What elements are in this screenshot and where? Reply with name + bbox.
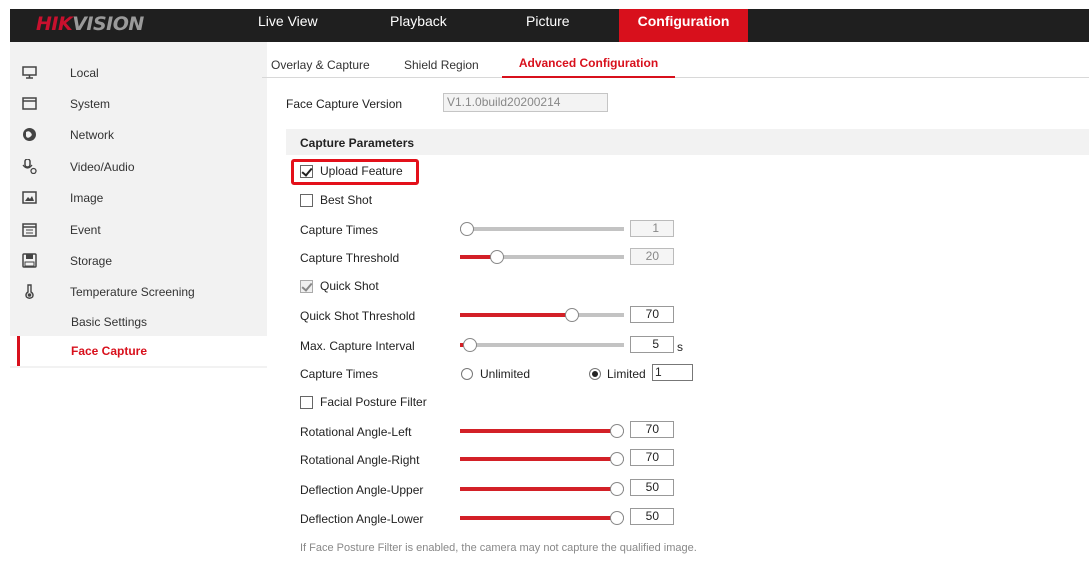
tab-configuration[interactable]: Configuration bbox=[619, 9, 748, 42]
sidebar-item-local[interactable]: Local bbox=[10, 58, 267, 89]
max-capture-interval-value[interactable]: 5 bbox=[630, 336, 674, 353]
sidebar-item-network[interactable]: Network bbox=[10, 120, 267, 151]
top-navigation-bar: HIKVISION Live View Playback Picture Con… bbox=[10, 9, 1089, 42]
sidebar-item-label: Network bbox=[70, 128, 115, 142]
subtab-advanced-configuration[interactable]: Advanced Configuration bbox=[502, 48, 675, 78]
max-capture-interval-label: Max. Capture Interval bbox=[300, 339, 415, 353]
sidebar-subitem-label: Basic Settings bbox=[71, 315, 148, 329]
sidebar-subitem-basic-settings[interactable]: Basic Settings bbox=[10, 307, 267, 337]
sidebar-item-label: Event bbox=[70, 223, 101, 237]
unlimited-radio[interactable] bbox=[461, 368, 473, 380]
active-indicator bbox=[17, 336, 20, 366]
version-field: V1.1.0build20200214 bbox=[443, 93, 608, 112]
sidebar-item-label: Image bbox=[70, 191, 104, 205]
posture-filter-note: If Face Posture Filter is enabled, the c… bbox=[300, 542, 697, 554]
sidebar-subitem-face-capture[interactable]: Face Capture bbox=[10, 336, 267, 366]
best-shot-checkbox[interactable] bbox=[300, 194, 313, 207]
interval-unit: s bbox=[677, 340, 683, 354]
capture-threshold-slider[interactable] bbox=[460, 250, 624, 264]
sidebar-item-label: Storage bbox=[70, 254, 113, 268]
facial-posture-filter-label: Facial Posture Filter bbox=[320, 395, 427, 409]
hikvision-logo: HIKVISION bbox=[36, 13, 144, 35]
section-title: Capture Parameters bbox=[300, 136, 415, 150]
quick-shot-label: Quick Shot bbox=[320, 279, 379, 293]
video-audio-icon bbox=[22, 159, 37, 174]
slider-thumb[interactable] bbox=[610, 482, 624, 496]
slider-track bbox=[460, 343, 624, 347]
slider-thumb[interactable] bbox=[460, 222, 474, 236]
section-header: Capture Parameters bbox=[286, 129, 1089, 155]
limited-label: Limited bbox=[607, 367, 646, 381]
deflection-angle-lower-label: Deflection Angle-Lower bbox=[300, 512, 424, 526]
sidebar-item-label: Local bbox=[70, 66, 99, 80]
monitor-icon bbox=[22, 66, 37, 79]
quick-shot-threshold-value[interactable]: 70 bbox=[630, 306, 674, 323]
rotational-angle-right-label: Rotational Angle-Right bbox=[300, 453, 420, 467]
rotational-angle-left-slider[interactable] bbox=[460, 424, 624, 438]
window-icon bbox=[22, 97, 37, 110]
capture-threshold-value[interactable]: 20 bbox=[630, 248, 674, 265]
capture-threshold-label: Capture Threshold bbox=[300, 251, 400, 265]
slider-fill bbox=[460, 457, 617, 461]
sidebar-item-video-audio[interactable]: Video/Audio bbox=[10, 152, 267, 183]
upload-feature-checkbox[interactable] bbox=[300, 165, 313, 178]
sidebar-item-label: System bbox=[70, 97, 111, 111]
thermometer-icon bbox=[25, 284, 34, 299]
unlimited-label: Unlimited bbox=[480, 367, 531, 381]
slider-track bbox=[460, 227, 624, 231]
deflection-angle-lower-value[interactable]: 50 bbox=[630, 508, 674, 525]
image-icon bbox=[22, 191, 37, 204]
subtab-bar: Overlay & Capture Shield Region Advanced… bbox=[262, 48, 1089, 78]
subtab-overlay-capture[interactable]: Overlay & Capture bbox=[271, 48, 370, 78]
limited-radio[interactable] bbox=[589, 368, 601, 380]
sidebar-item-image[interactable]: Image bbox=[10, 183, 267, 214]
subtab-shield-region[interactable]: Shield Region bbox=[404, 48, 479, 78]
slider-thumb[interactable] bbox=[610, 511, 624, 525]
globe-icon bbox=[23, 128, 36, 141]
capture-times-label: Capture Times bbox=[300, 223, 379, 237]
deflection-angle-upper-slider[interactable] bbox=[460, 482, 624, 496]
calendar-icon bbox=[22, 223, 37, 237]
sidebar-item-system[interactable]: System bbox=[10, 89, 267, 120]
slider-fill bbox=[460, 516, 617, 520]
sidebar-item-storage[interactable]: Storage bbox=[10, 246, 267, 277]
rotational-angle-left-value[interactable]: 70 bbox=[630, 421, 674, 438]
limited-times-input[interactable]: 1 bbox=[652, 364, 693, 381]
slider-thumb[interactable] bbox=[490, 250, 504, 264]
tab-playback[interactable]: Playback bbox=[390, 9, 447, 42]
deflection-angle-upper-label: Deflection Angle-Upper bbox=[300, 483, 424, 497]
capture-times-value[interactable]: 1 bbox=[630, 220, 674, 237]
capture-times-mode-label: Capture Times bbox=[300, 367, 379, 381]
deflection-angle-lower-slider[interactable] bbox=[460, 511, 624, 525]
sidebar-subitem-label: Face Capture bbox=[71, 344, 148, 358]
sidebar-item-event[interactable]: Event bbox=[10, 215, 267, 246]
rotational-angle-right-slider[interactable] bbox=[460, 452, 624, 466]
tab-picture[interactable]: Picture bbox=[526, 9, 570, 42]
quick-shot-checkbox[interactable] bbox=[300, 280, 313, 293]
sidebar-item-label: Video/Audio bbox=[70, 160, 135, 174]
max-capture-interval-slider[interactable] bbox=[460, 338, 624, 352]
slider-thumb[interactable] bbox=[565, 308, 579, 322]
slider-thumb[interactable] bbox=[610, 424, 624, 438]
storage-icon bbox=[22, 253, 37, 268]
quick-shot-threshold-label: Quick Shot Threshold bbox=[300, 309, 416, 323]
slider-fill bbox=[460, 487, 617, 491]
slider-fill bbox=[460, 429, 617, 433]
rotational-angle-left-label: Rotational Angle-Left bbox=[300, 425, 412, 439]
best-shot-label: Best Shot bbox=[320, 193, 373, 207]
deflection-angle-upper-value[interactable]: 50 bbox=[630, 479, 674, 496]
upload-feature-label: Upload Feature bbox=[320, 164, 403, 178]
sidebar-item-label: Temperature Screening bbox=[70, 285, 195, 299]
slider-fill bbox=[460, 313, 572, 317]
facial-posture-filter-checkbox[interactable] bbox=[300, 396, 313, 409]
sidebar-item-temperature-screening[interactable]: Temperature Screening bbox=[10, 277, 267, 308]
version-label: Face Capture Version bbox=[286, 97, 403, 111]
rotational-angle-right-value[interactable]: 70 bbox=[630, 449, 674, 466]
capture-times-slider[interactable] bbox=[460, 222, 624, 236]
slider-thumb[interactable] bbox=[610, 452, 624, 466]
slider-thumb[interactable] bbox=[463, 338, 477, 352]
sidebar: Local System Network Video/Audio Image E… bbox=[10, 42, 267, 368]
quick-shot-threshold-slider[interactable] bbox=[460, 308, 624, 322]
tab-live-view[interactable]: Live View bbox=[258, 9, 318, 42]
